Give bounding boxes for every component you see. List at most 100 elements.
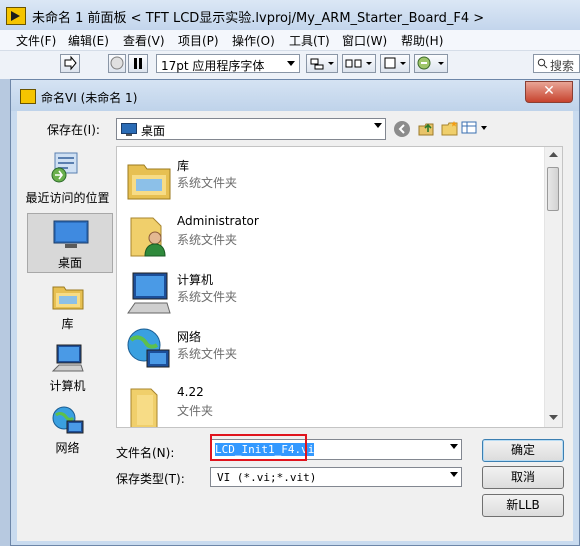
place-recent-label: 最近访问的位置 xyxy=(25,191,110,205)
file-name: Administrator xyxy=(177,214,259,228)
network-icon xyxy=(127,328,170,368)
dialog-title: 命名VI (未命名 1) xyxy=(41,91,138,105)
list-item[interactable]: 网络 系统文件夹 xyxy=(121,322,541,378)
pause-button[interactable] xyxy=(128,54,148,73)
font-selector[interactable]: 17pt 应用程序字体 xyxy=(156,54,300,73)
desktop-icon xyxy=(53,220,89,248)
file-type: 系统文件夹 xyxy=(177,347,238,361)
search-placeholder: 搜索 xyxy=(550,59,575,73)
desktop-small-icon xyxy=(121,123,137,136)
menu-file[interactable]: 文件(F) xyxy=(16,32,56,49)
search-icon xyxy=(537,58,548,69)
place-desktop-label: 桌面 xyxy=(57,256,82,270)
filetype-value: VI (*.vi;*.vit) xyxy=(217,471,317,484)
place-computer-label: 计算机 xyxy=(49,379,86,393)
filetype-select[interactable]: VI (*.vi;*.vit) xyxy=(210,467,462,487)
close-icon: ✕ xyxy=(543,83,555,99)
front-panel-edge xyxy=(0,79,10,546)
save-in-combo[interactable]: 桌面 xyxy=(116,118,386,140)
name-vi-dialog: 命名VI (未命名 1) ✕ 保存在(I): 桌面 最近访问的位置 桌面 库 计… xyxy=(10,79,580,546)
chevron-down-icon xyxy=(450,444,458,449)
new-llb-button[interactable]: 新LLB xyxy=(482,494,564,517)
file-type: 系统文件夹 xyxy=(177,233,238,247)
menu-tools[interactable]: 工具(T) xyxy=(289,32,330,49)
list-item[interactable]: 库 系统文件夹 xyxy=(121,151,541,207)
main-title-bar: 未命名 1 前面板 < TFT LCD显示实验.lvproj/My_ARM_St… xyxy=(0,0,580,30)
file-type: 系统文件夹 xyxy=(177,176,238,190)
labview-logo-icon xyxy=(6,7,26,25)
pause-icon xyxy=(134,58,142,69)
run-button[interactable] xyxy=(60,54,80,73)
file-list[interactable]: 库 系统文件夹 Administrator 系统文件夹 计算机 系统文件夹 网络… xyxy=(116,146,563,428)
file-list-scrollbar[interactable] xyxy=(544,147,562,427)
chevron-down-icon xyxy=(374,123,382,128)
reorder-button[interactable] xyxy=(414,54,448,73)
network-icon xyxy=(52,406,84,434)
chevron-down-icon xyxy=(450,472,458,477)
place-network[interactable]: 网络 xyxy=(24,403,111,459)
menu-project[interactable]: 项目(P) xyxy=(178,32,219,49)
scroll-down-icon[interactable] xyxy=(549,415,558,421)
recent-places-icon xyxy=(51,152,78,183)
highlight-box xyxy=(210,434,307,461)
new-folder-icon[interactable] xyxy=(441,119,459,138)
labview-vi-icon xyxy=(20,89,36,104)
menu-bar: 文件(F) 编辑(E) 查看(V) 项目(P) 操作(O) 工具(T) 窗口(W… xyxy=(0,30,580,51)
scrollbar-thumb[interactable] xyxy=(547,167,559,211)
file-type: 文件夹 xyxy=(177,404,214,418)
stop-icon xyxy=(110,56,124,70)
place-recent[interactable]: 最近访问的位置 xyxy=(24,147,111,209)
menu-help[interactable]: 帮助(H) xyxy=(401,32,443,49)
place-network-label: 网络 xyxy=(55,441,80,455)
align-icon xyxy=(310,58,334,70)
close-button[interactable]: ✕ xyxy=(525,81,573,103)
cancel-button[interactable]: 取消 xyxy=(482,466,564,489)
user-folder-icon xyxy=(130,217,166,257)
resize-objects-button[interactable] xyxy=(380,54,410,73)
menu-edit[interactable]: 编辑(E) xyxy=(68,32,109,49)
search-input[interactable]: 搜索 xyxy=(533,54,580,73)
libraries-icon xyxy=(52,286,84,310)
places-bar: 最近访问的位置 桌面 库 计算机 网络 xyxy=(24,145,116,471)
abort-button[interactable] xyxy=(108,54,126,73)
place-computer[interactable]: 计算机 xyxy=(24,341,111,397)
list-item[interactable]: 4.22 文件夹 xyxy=(121,379,541,427)
reorder-icon xyxy=(417,56,444,70)
main-window-title: 未命名 1 前面板 < TFT LCD显示实验.lvproj/My_ARM_St… xyxy=(32,11,485,26)
resize-icon xyxy=(384,57,406,69)
view-menu-button[interactable] xyxy=(461,120,491,136)
distribute-objects-button[interactable] xyxy=(342,54,376,73)
menu-window[interactable]: 窗口(W) xyxy=(342,32,387,49)
computer-icon xyxy=(51,344,84,372)
filename-label: 文件名(N): xyxy=(116,446,175,460)
file-name: 库 xyxy=(177,159,190,173)
file-name: 网络 xyxy=(177,330,202,344)
font-selector-text: 17pt 应用程序字体 xyxy=(161,59,265,73)
place-desktop[interactable]: 桌面 xyxy=(27,213,113,273)
file-type: 系统文件夹 xyxy=(177,290,238,304)
distribute-icon xyxy=(345,59,372,68)
ok-button[interactable]: 确定 xyxy=(482,439,564,462)
up-folder-icon[interactable] xyxy=(417,119,435,138)
dialog-title-bar[interactable]: 命名VI (未命名 1) ✕ xyxy=(11,80,579,111)
filetype-label: 保存类型(T): xyxy=(116,472,185,486)
align-objects-button[interactable] xyxy=(306,54,338,73)
menu-view[interactable]: 查看(V) xyxy=(123,32,165,49)
save-in-value: 桌面 xyxy=(141,124,166,138)
toolbar: 17pt 应用程序字体 搜索 xyxy=(0,51,580,79)
computer-icon xyxy=(127,272,171,314)
scroll-up-icon[interactable] xyxy=(549,152,558,158)
menu-operate[interactable]: 操作(O) xyxy=(232,32,275,49)
file-name: 计算机 xyxy=(177,273,214,287)
folder-icon xyxy=(130,388,158,427)
chevron-down-icon xyxy=(287,61,295,66)
view-menu-icon xyxy=(461,121,487,134)
list-item[interactable]: Administrator 系统文件夹 xyxy=(121,208,541,264)
dialog-body: 保存在(I): 桌面 最近访问的位置 桌面 库 计算机 网络 库 系统文件夹 A… xyxy=(17,111,573,541)
list-item[interactable]: 计算机 系统文件夹 xyxy=(121,265,541,321)
place-libraries-label: 库 xyxy=(61,317,74,331)
place-libraries[interactable]: 库 xyxy=(24,279,111,335)
back-icon[interactable] xyxy=(393,120,411,138)
save-in-label: 保存在(I): xyxy=(47,123,100,137)
libraries-folder-icon xyxy=(127,164,171,200)
